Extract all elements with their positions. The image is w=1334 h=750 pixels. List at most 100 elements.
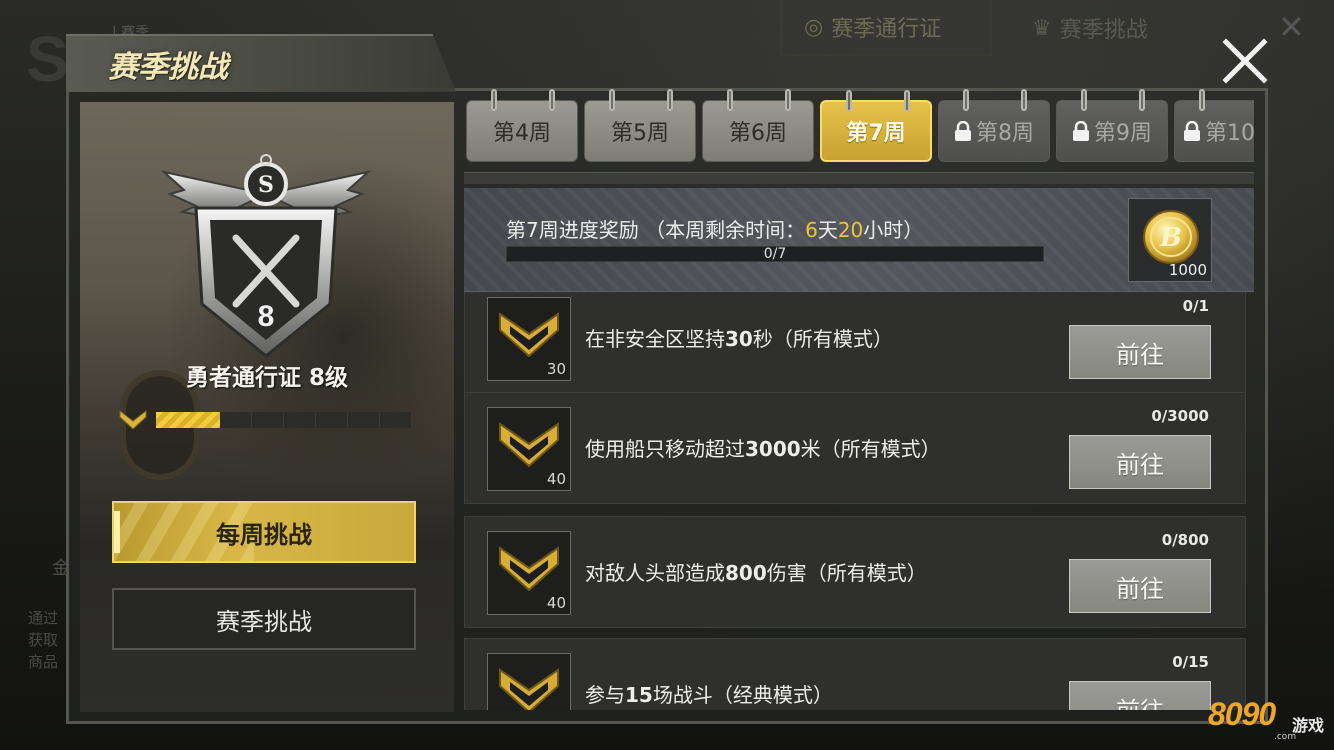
week-tab-label: 第5周	[611, 121, 669, 146]
challenge-reward-box: 40	[487, 407, 571, 491]
chevron-rank-icon	[499, 312, 559, 358]
binder-ring	[1139, 89, 1145, 111]
week-tab-label: 第8周	[976, 121, 1034, 146]
week-tab[interactable]: 第6周	[702, 89, 814, 162]
weekly-progress-title: 第7周进度奖励 （本周剩余时间：6天20小时）	[506, 218, 924, 242]
challenge-progress-count: 0/15	[1172, 653, 1209, 671]
tab-season-pass[interactable]: ◎ 赛季通行证	[780, 0, 992, 56]
challenge-progress-count: 0/800	[1161, 531, 1209, 549]
challenge-reward-box: 40	[487, 531, 571, 615]
week-tab[interactable]: 第5周	[584, 89, 696, 162]
challenge-description: 在非安全区坚持30秒（所有模式）	[585, 327, 893, 351]
week-tab-label: 第9周	[1094, 121, 1152, 146]
background-close-icon: ✕	[1278, 8, 1305, 46]
challenge-item: 40 使用船只移动超过3000米（所有模式） 0/3000 前往	[464, 392, 1246, 504]
challenge-item: 参与15场战斗（经典模式） 0/15 前往	[464, 638, 1246, 710]
tab-season-challenge-label: 赛季挑战	[1059, 18, 1148, 43]
challenge-description: 使用船只移动超过3000米（所有模式）	[585, 437, 941, 461]
challenge-xp: 40	[546, 470, 566, 488]
weekly-progress-header: 第7周进度奖励 （本周剩余时间：6天20小时） 0/7 B 1000	[464, 188, 1254, 292]
weekly-challenge-label: 每周挑战	[216, 520, 312, 549]
site-watermark: 8090 游戏 .com	[1208, 692, 1330, 746]
tab-season-challenge[interactable]: ♛ 赛季挑战	[1010, 0, 1220, 56]
challenge-xp: 30	[546, 360, 566, 378]
modal-title: 赛季挑战	[108, 50, 228, 85]
week-tab-label: 第4周	[493, 121, 551, 146]
challenge-item: 40 对敌人头部造成800伤害（所有模式） 0/800 前往	[464, 516, 1246, 628]
weekly-progress-bar: 0/7	[506, 246, 1044, 262]
binder-ring	[667, 89, 673, 111]
challenge-progress-count: 0/3000	[1151, 407, 1209, 425]
pass-panel: S 8 勇者通行证 8级 每周挑战 赛季挑战	[80, 102, 454, 712]
chevron-rank-icon	[499, 422, 559, 468]
go-button-label: 前往	[1116, 574, 1164, 603]
binder-ring	[785, 89, 791, 111]
side-line: 商品	[28, 653, 59, 671]
challenge-description: 对敌人头部造成800伤害（所有模式）	[585, 561, 927, 585]
trophy-icon: ♛	[1032, 15, 1052, 41]
tab-season-pass-label: 赛季通行证	[831, 17, 942, 42]
binder-ring	[491, 89, 497, 111]
pass-xp-bar	[156, 412, 412, 428]
pass-level-label: 勇者通行证 8级	[185, 365, 348, 391]
pass-xp-fill	[156, 412, 220, 428]
modal-title-bar: 赛季挑战	[66, 34, 456, 92]
pass-xp-row	[118, 406, 418, 434]
binder-ring	[963, 89, 969, 111]
binder-ring	[1199, 89, 1205, 111]
medal-icon: ◎	[804, 14, 824, 40]
close-icon	[1222, 38, 1268, 84]
lock-icon	[955, 121, 971, 141]
watermark-number: 8090	[1208, 696, 1276, 732]
go-button-label: 前往	[1116, 340, 1164, 369]
week-tab-label: 第7周	[846, 121, 906, 146]
challenge-xp: 40	[546, 594, 566, 612]
season-challenge-label: 赛季挑战	[216, 607, 312, 636]
challenge-list[interactable]: 30 在非安全区坚持30秒（所有模式） 0/1 前往 40 使用船只移动超过3000米（所…	[464, 292, 1254, 710]
challenge-description: 参与15场战斗（经典模式）	[585, 683, 833, 707]
weekly-reward[interactable]: B 1000	[1128, 198, 1212, 282]
binder-ring	[1021, 89, 1027, 111]
watermark-text: 游戏	[1292, 716, 1325, 735]
lock-icon	[1073, 121, 1089, 141]
binder-ring	[727, 89, 733, 111]
watermark-sub: .com	[1274, 732, 1297, 742]
reward-amount: 1000	[1168, 261, 1207, 279]
weekly-challenge-button[interactable]: 每周挑战	[112, 501, 416, 563]
go-button[interactable]: 前往	[1069, 681, 1211, 710]
badge-level: 8	[258, 300, 275, 333]
binder-ring	[549, 89, 555, 111]
week-tab[interactable]: 第8周	[938, 89, 1050, 162]
season-challenge-button[interactable]: 赛季挑战	[112, 588, 416, 650]
challenge-reward-box	[487, 653, 571, 710]
binder-ring	[846, 90, 852, 112]
side-line: 获取	[28, 631, 59, 649]
tabs-divider	[464, 172, 1254, 184]
go-button[interactable]: 前往	[1069, 435, 1211, 489]
week-tab-label: 第10周	[1205, 121, 1254, 146]
week-tab-label: 第6周	[729, 121, 787, 146]
chevron-rank-icon	[119, 409, 147, 430]
rank-badge: S 8	[156, 154, 376, 374]
badge-letter: S	[258, 172, 274, 198]
challenge-progress-count: 0/1	[1182, 297, 1209, 315]
go-button[interactable]: 前往	[1069, 559, 1211, 613]
go-button-label: 前往	[1116, 450, 1164, 479]
chevron-rank-icon	[499, 546, 559, 592]
binder-ring	[1081, 89, 1087, 111]
bp-coin-icon: B	[1143, 210, 1199, 264]
week-tab[interactable]: 第7周	[820, 90, 932, 162]
weekly-progress-value: 0/7	[763, 246, 787, 262]
week-tab[interactable]: 第10周	[1174, 89, 1254, 162]
go-button[interactable]: 前往	[1069, 325, 1211, 379]
binder-ring	[609, 89, 615, 111]
svg-text:B: B	[1159, 223, 1182, 253]
week-tab[interactable]: 第4周	[466, 89, 578, 162]
go-button-label: 前往	[1116, 691, 1164, 711]
close-button[interactable]	[1218, 34, 1272, 88]
challenge-item: 30 在非安全区坚持30秒（所有模式） 0/1 前往	[464, 292, 1246, 394]
week-tab[interactable]: 第9周	[1056, 89, 1168, 162]
challenge-reward-box: 30	[487, 297, 571, 381]
binder-ring	[904, 90, 910, 112]
chevron-rank-icon	[499, 668, 559, 710]
